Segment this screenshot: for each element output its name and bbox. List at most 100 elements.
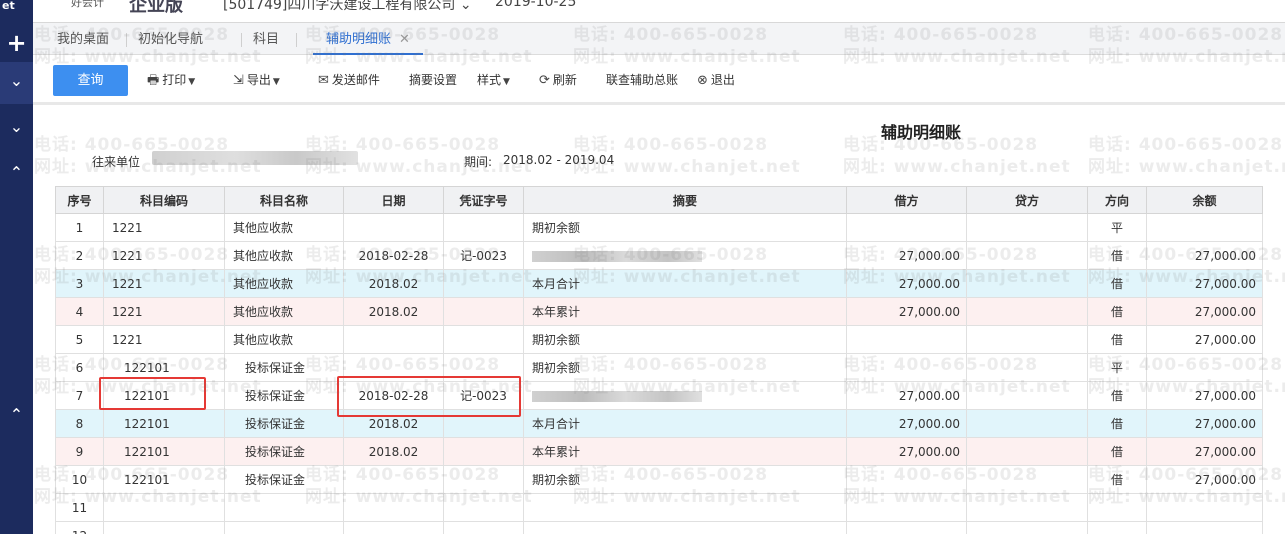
table-row[interactable]: 5 1221 其他应收款 期初余额 借 27,000.00 [55, 325, 1263, 354]
export-button[interactable]: ⇲ 导出 ▼ [233, 70, 280, 90]
tab-divider [241, 33, 242, 47]
table-row[interactable]: 12 [55, 521, 1263, 534]
credit-cell [966, 381, 1088, 410]
chevron-up-icon[interactable]: ⌃ [0, 398, 33, 432]
table-row[interactable]: 2 1221 其他应收款 2018-02-28 记-0023 27,000.00 借 27,0… [55, 241, 1263, 270]
edition-label: 企业版 [129, 0, 183, 16]
sidebar-brand: et [2, 0, 15, 12]
watermark-text: 电话: 400-665-0028 [573, 135, 769, 155]
account-name [224, 493, 344, 522]
account-code: 1221 [103, 213, 225, 242]
print-label: 打印 [162, 73, 187, 87]
row-no: 3 [55, 269, 104, 298]
print-button[interactable]: 🖶 打印 ▼ [147, 70, 195, 90]
row-no: 4 [55, 297, 104, 326]
exit-button[interactable]: ⊗ 退出 [697, 70, 735, 90]
chevron-down-icon[interactable]: ⌄ [0, 110, 33, 144]
table-row[interactable]: 9 122101 投标保证金 2018.02 本年累计 27,000.00 借 27,000.… [55, 437, 1263, 466]
credit-cell [966, 241, 1088, 270]
tab-desktop[interactable]: 我的桌面 [57, 23, 109, 55]
add-icon[interactable]: + [0, 26, 33, 60]
balance-cell [1146, 521, 1263, 534]
send-mail-label: 发送邮件 [331, 73, 380, 87]
tab-aux-ledger[interactable]: 辅助明细账 ✕ [313, 23, 423, 55]
company-selector[interactable]: [501749]四川字沃建设工程有限公司 ⌄ [223, 0, 472, 14]
exit-label: 退出 [710, 73, 735, 87]
style-button[interactable]: 样式 ▼ [477, 70, 510, 90]
voucher-link[interactable]: 记-0023 [443, 241, 524, 270]
table-row[interactable]: 10 122101 投标保证金 期初余额 借 27,000.00 [55, 465, 1263, 494]
toolbar: 查询 🖶 打印 ▼ ⇲ 导出 ▼ ✉ 发送邮件 摘要设置 样式 ▼ ⟳ 刷新 联查辅助总账 ⊗… [33, 55, 1285, 105]
product-logo: 好会计 [71, 0, 104, 9]
account-name: 其他应收款 [224, 241, 344, 270]
tab-divider [296, 33, 297, 47]
debit-cell: 27,000.00 [846, 269, 967, 298]
col-header-summary[interactable]: 摘要 [523, 186, 847, 214]
account-code: 122101 [103, 409, 225, 438]
col-header-name[interactable]: 科目名称 [224, 186, 344, 214]
watermark-text: 网址: www.chanjet.net [843, 157, 1071, 177]
balance-cell [1146, 353, 1263, 382]
period-value: 2018.02 - 2019.04 [503, 153, 615, 167]
row-no: 11 [55, 493, 104, 522]
query-button[interactable]: 查询 [53, 65, 128, 96]
direction-cell: 借 [1087, 409, 1147, 438]
col-header-date[interactable]: 日期 [343, 186, 444, 214]
table-row[interactable]: 8 122101 投标保证金 2018.02 本月合计 27,000.00 借 27,000.… [55, 409, 1263, 438]
voucher-link [443, 521, 524, 534]
chevron-down-icon[interactable]: ⌄ [0, 64, 33, 98]
table-row[interactable]: 1 1221 其他应收款 期初余额 平 [55, 213, 1263, 242]
row-no: 7 [55, 381, 104, 410]
account-name: 投标保证金 [224, 465, 344, 494]
tab-accounts[interactable]: 科目 [253, 23, 279, 55]
table-row[interactable]: 4 1221 其他应收款 2018.02 本年累计 27,000.00 借 27,000.00 [55, 297, 1263, 326]
entry-date [343, 325, 444, 354]
entry-date: 2018-02-28 [343, 241, 444, 270]
table-row[interactable]: 7 122101 投标保证金 2018-02-28 记-0023 27,000.00 借 27… [55, 381, 1263, 410]
counterparty-value-redacted [152, 151, 358, 165]
col-header-balance[interactable]: 余额 [1146, 186, 1263, 214]
linked-summary-button[interactable]: 联查辅助总账 [606, 70, 678, 90]
row-no: 5 [55, 325, 104, 354]
account-code [103, 521, 225, 534]
balance-cell: 27,000.00 [1146, 325, 1263, 354]
refresh-button[interactable]: ⟳ 刷新 [539, 70, 577, 90]
highlight-box-date-voucher [337, 376, 521, 417]
col-header-no[interactable]: 序号 [55, 186, 104, 214]
table-row[interactable]: 3 1221 其他应收款 2018.02 本月合计 27,000.00 借 27,000.00 [55, 269, 1263, 298]
summary-settings-button[interactable]: 摘要设置 [409, 70, 457, 90]
account-name: 投标保证金 [224, 437, 344, 466]
tab-init-guide[interactable]: 初始化导航 [138, 23, 203, 55]
summary-cell [523, 493, 847, 522]
col-header-code[interactable]: 科目编码 [103, 186, 225, 214]
chevron-down-icon: ▼ [272, 77, 280, 87]
col-header-debit[interactable]: 借方 [846, 186, 967, 214]
voucher-link [443, 493, 524, 522]
account-code [103, 493, 225, 522]
debit-cell: 27,000.00 [846, 409, 967, 438]
credit-cell [966, 437, 1088, 466]
chevron-down-icon: ▼ [503, 77, 510, 87]
watermark-text: 电话: 400-665-0028 [1088, 135, 1284, 155]
direction-cell [1087, 493, 1147, 522]
chevron-up-icon[interactable]: ⌃ [0, 156, 33, 190]
row-no: 10 [55, 465, 104, 494]
col-header-direction[interactable]: 方向 [1087, 186, 1147, 214]
entry-date [343, 521, 444, 534]
entry-date: 2018.02 [343, 437, 444, 466]
system-date: 2019-10-25 [495, 0, 577, 10]
table-row[interactable]: 6 122101 投标保证金 期初余额平 [55, 353, 1263, 382]
table-row[interactable]: 11 [55, 493, 1263, 522]
balance-cell: 27,000.00 [1146, 409, 1263, 438]
row-no: 2 [55, 241, 104, 270]
col-header-voucher[interactable]: 凭证字号 [443, 186, 524, 214]
col-header-credit[interactable]: 贷方 [966, 186, 1088, 214]
send-mail-button[interactable]: ✉ 发送邮件 [318, 70, 380, 90]
row-no: 12 [55, 521, 104, 534]
account-name: 其他应收款 [224, 269, 344, 298]
close-icon[interactable]: ✕ [399, 32, 410, 47]
debit-cell: 27,000.00 [846, 381, 967, 410]
summary-cell: 本年累计 [523, 437, 847, 466]
top-bar: 好会计 企业版 [501749]四川字沃建设工程有限公司 ⌄ 2019-10-2… [33, 0, 1285, 22]
tab-divider [126, 33, 127, 47]
